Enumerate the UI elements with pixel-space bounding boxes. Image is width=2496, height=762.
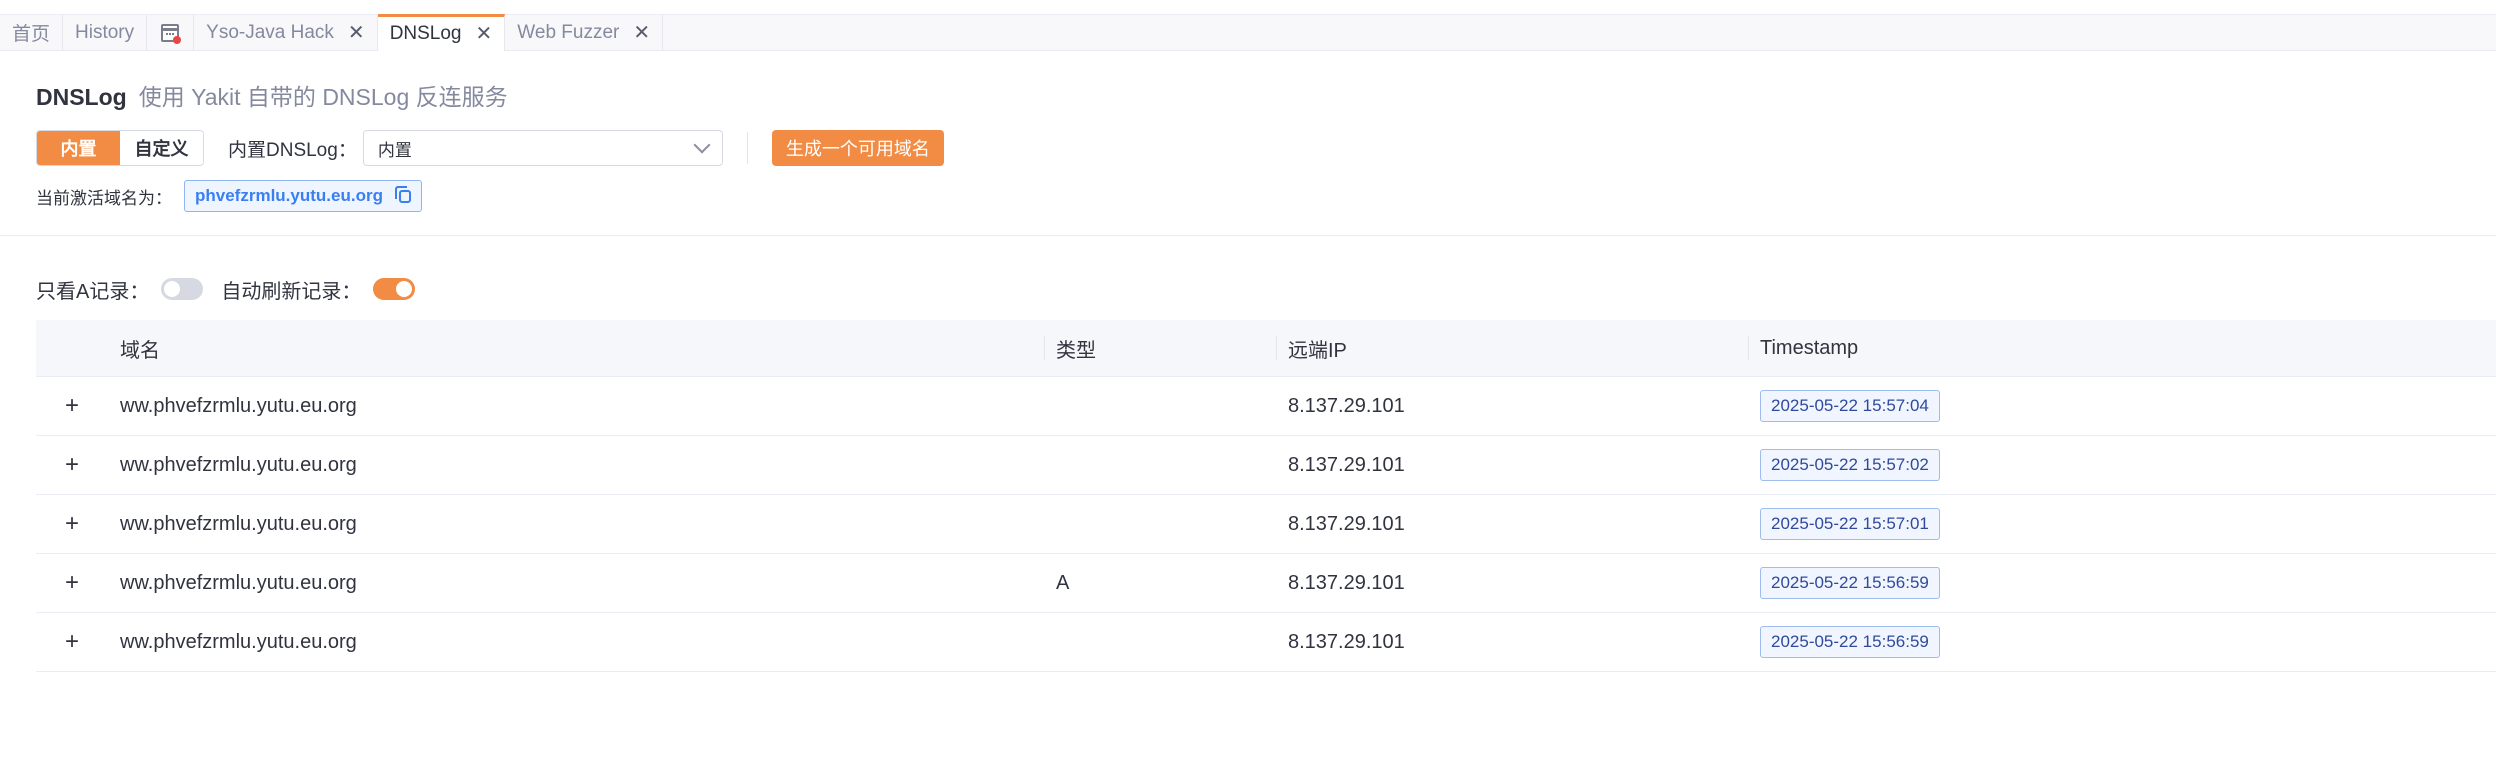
mode-custom-button[interactable]: 自定义 — [120, 131, 203, 165]
cell-remote-ip: 8.137.29.101 — [1288, 394, 1405, 417]
timestamp-tag: 2025-05-22 15:56:59 — [1760, 567, 1940, 599]
dnslog-table: 域名 类型 远端IP Timestamp + ww.phvefzrmlu.yut… — [36, 320, 2496, 672]
tab-yso-java-hack[interactable]: Yso-Java Hack ✕ — [194, 15, 378, 50]
timestamp-tag: 2025-05-22 15:57:04 — [1760, 390, 1940, 422]
tab-label: History — [75, 21, 135, 43]
copy-icon[interactable] — [394, 185, 411, 203]
tab-label: DNSLog — [389, 23, 462, 44]
mode-builtin-button[interactable]: 内置 — [37, 131, 120, 165]
table-row[interactable]: + ww.phvefzrmlu.yutu.eu.org 8.137.29.101… — [36, 613, 2496, 672]
dnslog-select-value: 内置 — [377, 140, 412, 160]
cell-domain: ww.phvefzrmlu.yutu.eu.org — [120, 512, 357, 535]
expand-icon[interactable]: + — [65, 571, 79, 595]
dnslog-select-label: 内置DNSLog： — [228, 139, 357, 161]
cell-type: A — [1056, 571, 1070, 594]
timestamp-tag: 2025-05-22 15:56:59 — [1760, 626, 1940, 658]
tab-history[interactable]: History — [63, 15, 148, 50]
expand-icon[interactable]: + — [65, 630, 79, 654]
close-icon[interactable]: ✕ — [476, 24, 493, 44]
mode-switch: 内置 自定义 — [36, 130, 204, 166]
auto-refresh-label: 自动刷新记录： — [221, 280, 362, 303]
cell-remote-ip: 8.137.29.101 — [1288, 512, 1405, 535]
active-domain-value: phvefzrmlu.yutu.eu.org — [195, 186, 383, 205]
cell-type — [1044, 377, 1276, 435]
table-row[interactable]: + ww.phvefzrmlu.yutu.eu.org 8.137.29.101… — [36, 377, 2496, 436]
table-row[interactable]: + ww.phvefzrmlu.yutu.eu.org A 8.137.29.1… — [36, 554, 2496, 613]
timestamp-tag: 2025-05-22 15:57:02 — [1760, 449, 1940, 481]
tab-label: 首页 — [12, 24, 51, 45]
page-title: DNSLog — [36, 84, 127, 110]
column-header-domain: 域名 — [120, 339, 160, 362]
page-header: DNSLog 使用 Yakit 自带的 DNSLog 反连服务 — [36, 78, 508, 112]
cell-remote-ip: 8.137.29.101 — [1288, 571, 1405, 594]
calendar-icon — [161, 23, 182, 44]
page-subtitle: 使用 Yakit 自带的 DNSLog 反连服务 — [138, 84, 508, 110]
expand-icon[interactable]: + — [65, 394, 79, 418]
expand-column-header — [36, 320, 108, 377]
table-header: 域名 类型 远端IP Timestamp — [36, 320, 2496, 377]
expand-icon[interactable]: + — [65, 453, 79, 477]
tab-home[interactable]: 首页 — [0, 15, 64, 50]
cell-remote-ip: 8.137.29.101 — [1288, 630, 1405, 653]
cell-type — [1044, 613, 1276, 671]
table-row[interactable]: + ww.phvefzrmlu.yutu.eu.org 8.137.29.101… — [36, 436, 2496, 495]
tab-web-fuzzer[interactable]: Web Fuzzer ✕ — [505, 15, 664, 50]
cell-type — [1044, 436, 1276, 494]
tab-bar: 首页 History Yso-Java Hack ✕ DNSLog ✕ Web … — [0, 14, 2496, 51]
timestamp-tag: 2025-05-22 15:57:01 — [1760, 508, 1940, 540]
chevron-down-icon — [693, 136, 711, 154]
cell-type — [1044, 495, 1276, 553]
column-header-type: 类型 — [1044, 320, 1276, 377]
close-icon[interactable]: ✕ — [348, 23, 365, 43]
cell-remote-ip: 8.137.29.101 — [1288, 453, 1405, 476]
active-domain-tag[interactable]: phvefzrmlu.yutu.eu.org — [184, 180, 422, 212]
tab-label: Yso-Java Hack — [206, 21, 334, 43]
only-a-record-toggle[interactable] — [161, 278, 204, 300]
cell-domain: ww.phvefzrmlu.yutu.eu.org — [120, 453, 357, 476]
close-icon[interactable]: ✕ — [633, 23, 650, 43]
auto-refresh-toggle[interactable] — [373, 278, 416, 300]
only-a-record-label: 只看A记录： — [36, 280, 150, 303]
section-divider — [0, 235, 2496, 236]
expand-icon[interactable]: + — [65, 512, 79, 536]
cell-domain: ww.phvefzrmlu.yutu.eu.org — [120, 571, 357, 594]
tab-dnslog[interactable]: DNSLog ✕ — [377, 14, 506, 51]
table-row[interactable]: + ww.phvefzrmlu.yutu.eu.org 8.137.29.101… — [36, 495, 2496, 554]
filter-bar: 只看A记录： 自动刷新记录： — [36, 276, 433, 303]
dnslog-controls: 内置 自定义 内置DNSLog： 内置 生成一个可用域名 — [36, 130, 944, 166]
active-domain-label: 当前激活域名为： — [36, 188, 172, 208]
cell-domain: ww.phvefzrmlu.yutu.eu.org — [120, 394, 357, 417]
column-header-remote-ip: 远端IP — [1276, 320, 1748, 377]
divider — [746, 132, 748, 164]
generate-domain-button[interactable]: 生成一个可用域名 — [771, 130, 944, 166]
tab-calendar[interactable] — [147, 15, 195, 50]
column-header-timestamp: Timestamp — [1748, 320, 2496, 377]
dnslog-select[interactable]: 内置 — [362, 130, 723, 166]
active-domain-row: 当前激活域名为： phvefzrmlu.yutu.eu.org — [36, 180, 422, 212]
cell-domain: ww.phvefzrmlu.yutu.eu.org — [120, 630, 357, 653]
tab-label: Web Fuzzer — [517, 21, 620, 43]
